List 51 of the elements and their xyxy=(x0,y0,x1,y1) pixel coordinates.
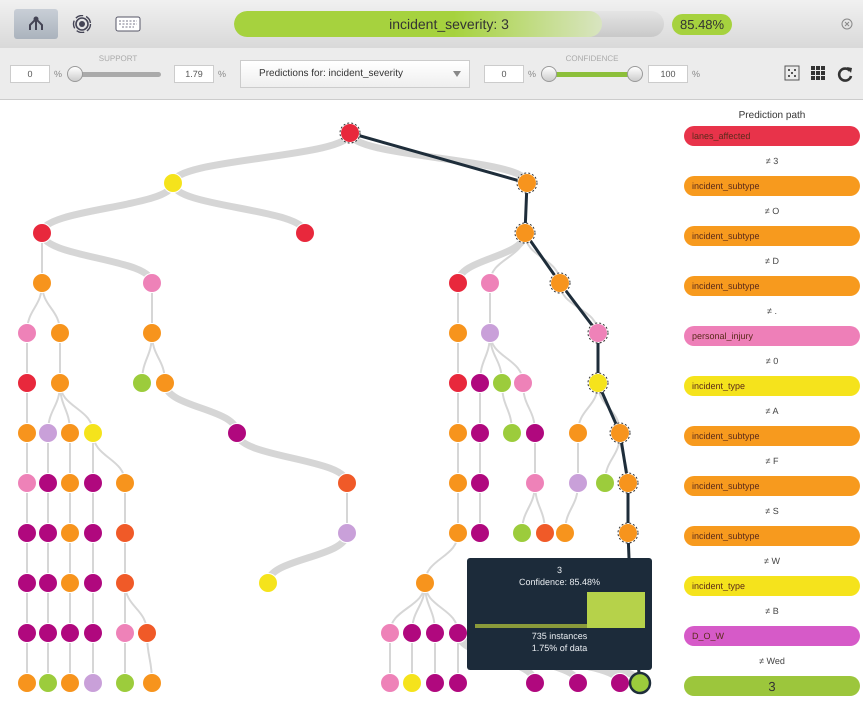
field-pill: incident_subtype xyxy=(684,426,860,446)
split-condition: ≠ O xyxy=(764,205,780,218)
slider-handle[interactable] xyxy=(541,66,558,82)
confidence-min-field[interactable]: 0 xyxy=(484,64,524,82)
tooltip-confidence: Confidence: 85.48% xyxy=(518,576,600,588)
field-pill: incident_type xyxy=(684,376,860,396)
split-condition: ≠ A xyxy=(764,405,780,418)
split-condition: ≠ . xyxy=(766,305,778,318)
slider-handle[interactable] xyxy=(67,66,84,82)
support-max-field[interactable]: 1.79 xyxy=(174,64,214,82)
tooltip-instances: 735 instances xyxy=(532,630,588,642)
caret-icon xyxy=(453,70,462,76)
tree-view-tab[interactable] xyxy=(14,9,58,39)
field-pill: personal_injury xyxy=(684,326,860,346)
percent-unit: % xyxy=(692,68,700,78)
radar-icon xyxy=(71,15,93,33)
close-icon[interactable] xyxy=(841,18,853,30)
panel-title: Prediction path xyxy=(738,110,806,123)
field-pill: D_O_W xyxy=(684,626,860,646)
field-pill: lanes_affected xyxy=(684,126,860,146)
tooltip-title: 3 xyxy=(556,564,562,576)
field-pill: incident_subtype xyxy=(684,276,860,296)
prediction-label: incident_severity: 3 xyxy=(389,16,509,32)
split-condition: ≠ Wed xyxy=(758,655,786,668)
predictions-dropdown[interactable]: Predictions for: incident_severity xyxy=(240,60,470,88)
keyboard-icon xyxy=(115,16,141,32)
support-label: SUPPORT xyxy=(98,54,138,63)
field-pill: incident_subtype xyxy=(684,226,860,246)
field-pill: incident_subtype xyxy=(684,476,860,496)
result-pill: 3 xyxy=(684,676,860,696)
confidence-badge: 85.48% xyxy=(672,14,732,34)
slider-handle[interactable] xyxy=(627,66,644,82)
field-pill: incident_subtype xyxy=(684,526,860,546)
split-condition: ≠ B xyxy=(764,605,780,618)
percent-unit: % xyxy=(218,68,226,78)
field-pill: incident_subtype xyxy=(684,176,860,196)
split-condition: ≠ F xyxy=(764,455,780,468)
split-condition: ≠ W xyxy=(763,555,781,568)
confidence-max-field[interactable]: 100 xyxy=(648,64,688,82)
tooltip-share: 1.75% of data xyxy=(532,642,588,654)
split-condition: ≠ 3 xyxy=(764,155,780,168)
tree-icon xyxy=(26,16,46,32)
split-condition: ≠ D xyxy=(764,255,780,268)
confidence-slider[interactable] xyxy=(540,65,644,83)
confidence-label: CONFIDENCE xyxy=(566,54,618,63)
split-condition: ≠ S xyxy=(764,505,780,518)
split-condition: ≠ 0 xyxy=(764,355,780,368)
percent-unit: % xyxy=(528,68,536,78)
support-min-field[interactable]: 0 xyxy=(10,64,50,82)
field-pill: incident_type xyxy=(684,576,860,596)
percent-unit: % xyxy=(54,68,62,78)
